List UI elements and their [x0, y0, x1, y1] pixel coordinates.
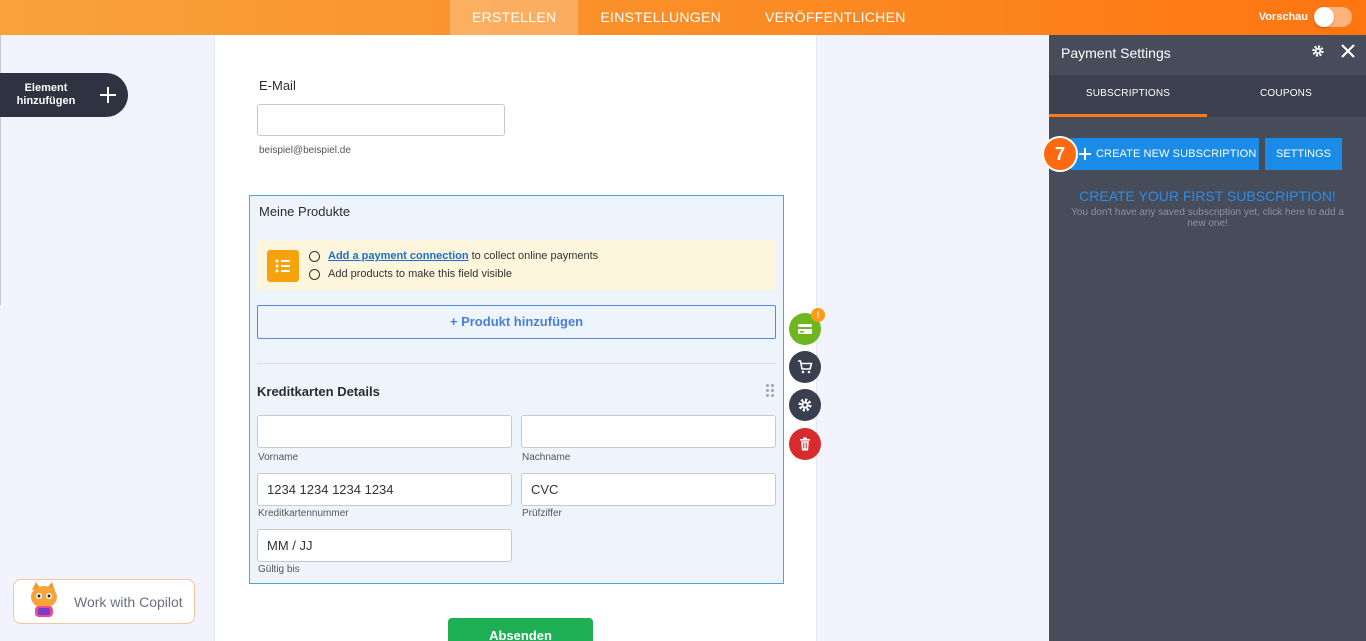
copilot-label: Work with Copilot	[74, 593, 183, 610]
copilot-button[interactable]: Work with Copilot	[13, 579, 195, 624]
create-subscription-label: CREATE NEW SUBSCRIPTION	[1096, 148, 1257, 160]
empty-state-title[interactable]: CREATE YOUR FIRST SUBSCRIPTION!	[1049, 188, 1366, 204]
add-element-button[interactable]: Element hinzufügen	[0, 73, 128, 117]
last-name-label: Nachname	[522, 452, 571, 463]
nav-tab-publish[interactable]: VERÖFFENTLICHEN	[743, 0, 928, 35]
submit-button[interactable]: Absenden	[448, 618, 593, 641]
panel-title: Payment Settings	[1061, 45, 1171, 61]
add-element-label: Element hinzufügen	[16, 82, 76, 107]
last-name-input[interactable]	[521, 415, 776, 448]
delete-field-tool[interactable]	[789, 428, 821, 460]
preview-toggle[interactable]	[1314, 7, 1352, 27]
nav-tab-settings[interactable]: EINSTELLUNGEN	[578, 0, 743, 35]
credit-card-icon	[798, 324, 812, 334]
form-canvas: E-Mail beispiel@beispiel.de Meine Produk…	[214, 35, 817, 641]
section-divider	[257, 363, 776, 364]
plus-icon	[1079, 148, 1091, 160]
cvc-input[interactable]: CVC	[521, 473, 776, 506]
payment-connection-link[interactable]: Add a payment connection	[328, 250, 469, 262]
drag-handle-icon[interactable]	[766, 384, 776, 398]
nav-tab-build[interactable]: ERSTELLEN	[450, 0, 579, 35]
panel-tabs: SUBSCRIPTIONS COUPONS	[1049, 75, 1366, 117]
notice-line-1-text: to collect online payments	[471, 250, 599, 262]
radio-icon	[309, 268, 320, 280]
preview-control: Vorschau	[1259, 7, 1352, 27]
notice-line-2-text: Add products to make this field visible	[328, 268, 513, 280]
create-subscription-button[interactable]: CREATE NEW SUBSCRIPTION	[1071, 138, 1259, 170]
expiry-input[interactable]: MM / JJ	[257, 529, 512, 562]
notice-line-2: Add products to make this field visible	[309, 268, 512, 280]
top-bar: ERSTELLEN EINSTELLUNGEN VERÖFFENTLICHEN …	[0, 0, 1366, 35]
tab-subscriptions[interactable]: SUBSCRIPTIONS	[1049, 75, 1207, 117]
copilot-avatar-icon	[24, 580, 64, 623]
cvc-label: Prüfziffer	[522, 508, 562, 519]
notice-line-1: Add a payment connection to collect onli…	[309, 250, 598, 262]
expiry-label: Gültig bis	[258, 564, 300, 575]
card-number-label: Kreditkartennummer	[258, 508, 349, 519]
card-number-input[interactable]: 1234 1234 1234 1234	[257, 473, 512, 506]
close-icon[interactable]	[1340, 43, 1356, 64]
first-name-input[interactable]	[257, 415, 512, 448]
cart-icon	[798, 360, 813, 374]
tab-coupons[interactable]: COUPONS	[1207, 75, 1365, 117]
payment-notice: Add a payment connection to collect onli…	[257, 240, 776, 290]
gear-icon[interactable]	[1311, 44, 1325, 63]
step-number-badge: 7	[1042, 136, 1078, 172]
list-icon	[267, 250, 299, 282]
email-input[interactable]	[257, 104, 505, 136]
settings-button[interactable]: SETTINGS	[1265, 138, 1342, 170]
products-title: Meine Produkte	[259, 204, 351, 219]
products-field[interactable]: Meine Produkte Add a payment connection …	[249, 195, 784, 584]
trash-icon	[800, 437, 810, 451]
plus-icon	[100, 87, 116, 103]
products-tool[interactable]	[789, 351, 821, 383]
empty-state-text[interactable]: You don't have any saved subscription ye…	[1061, 207, 1354, 229]
warning-badge: !	[811, 308, 825, 322]
payment-settings-panel: Payment Settings SUBSCRIPTIONS COUPONS C…	[1049, 35, 1366, 641]
gear-icon	[798, 398, 812, 412]
credit-card-title: Kreditkarten Details	[257, 384, 380, 399]
field-settings-tool[interactable]	[789, 389, 821, 421]
radio-icon	[309, 250, 320, 262]
add-product-button[interactable]: + Produkt hinzufügen	[257, 305, 776, 339]
main-nav: ERSTELLEN EINSTELLUNGEN VERÖFFENTLICHEN	[450, 0, 928, 35]
toggle-knob	[1314, 7, 1334, 27]
first-name-label: Vorname	[258, 452, 299, 463]
preview-label: Vorschau	[1258, 11, 1308, 23]
email-label: E-Mail	[259, 78, 296, 93]
email-sublabel: beispiel@beispiel.de	[259, 145, 351, 156]
panel-header: Payment Settings	[1049, 35, 1366, 72]
